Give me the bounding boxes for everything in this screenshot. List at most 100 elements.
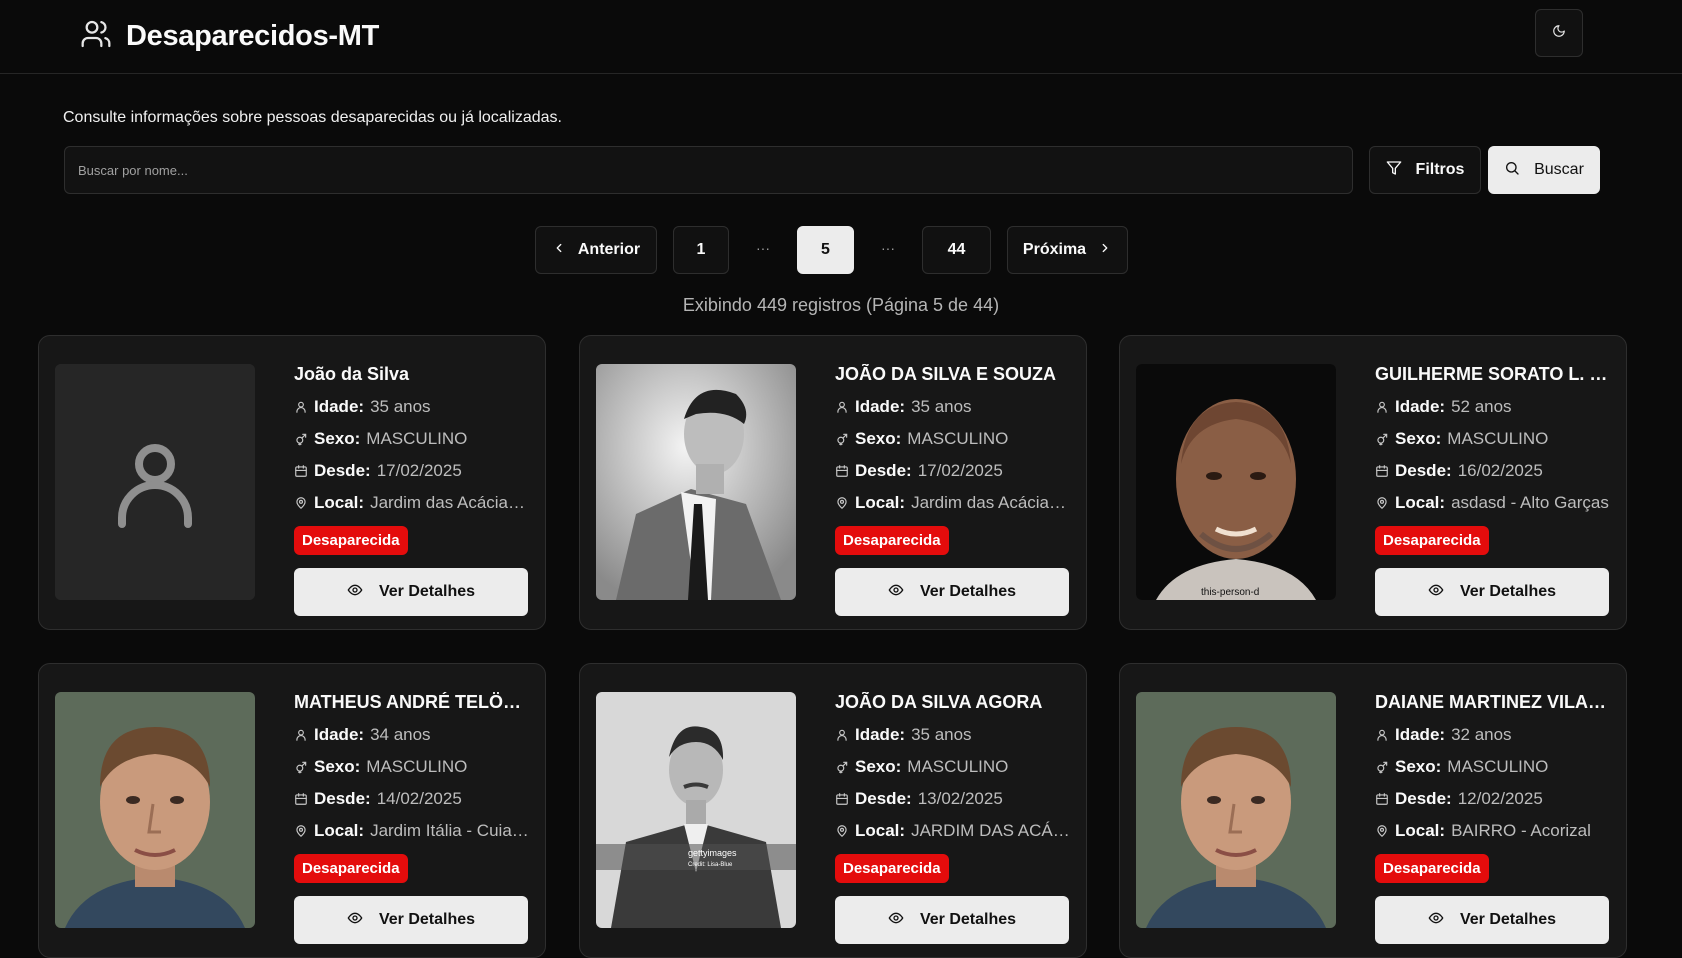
status-badge: Desaparecida: [1375, 854, 1489, 883]
person-age-value: 35 anos: [911, 397, 972, 416]
person-name: MATHEUS ANDRÉ TELÖKEN: [294, 692, 529, 712]
gender-icon: [1375, 760, 1389, 774]
user-icon: [1375, 400, 1389, 414]
person-local-label: Local:: [855, 493, 906, 512]
calendar-icon: [294, 464, 308, 478]
person-name: DAIANE MARTINEZ VILANOVA: [1375, 692, 1610, 712]
person-name: GUILHERME SORATO L. FERREIRA: [1375, 364, 1610, 384]
person-since-value: 16/02/2025: [1457, 461, 1543, 480]
person-local-row: Local: Jardim Itália - Cuiabá: [294, 820, 529, 842]
view-details-button[interactable]: Ver Detalhes: [294, 896, 528, 944]
person-since-value: 17/02/2025: [917, 461, 1003, 480]
person-sex-value: MASCULINO: [366, 429, 468, 448]
person-sex-row: Sexo: MASCULINO: [1375, 756, 1610, 778]
person-since-row: Desde: 16/02/2025: [1375, 460, 1610, 482]
person-age-row: Idade: 35 anos: [835, 724, 1070, 746]
page-button-current[interactable]: 5: [797, 226, 854, 274]
eye-icon: [1428, 582, 1444, 603]
person-photo: this-person-d: [1136, 364, 1336, 600]
person-card[interactable]: DAIANE MARTINEZ VILANOVA Idade: 32 anos Sex…: [1119, 663, 1627, 958]
view-details-label: Ver Detalhes: [378, 583, 476, 600]
photo-credit: Credit: Lisa-Blue: [688, 862, 733, 868]
view-details-button[interactable]: Ver Detalhes: [1375, 896, 1609, 944]
person-local-label: Local:: [855, 821, 906, 840]
view-details-button[interactable]: Ver Detalhes: [835, 568, 1069, 616]
person-photo: [55, 692, 255, 928]
person-card[interactable]: JOÃO DA SILVA E SOUZA Idade: 35 anos Sexo: M…: [579, 335, 1087, 630]
pagination-ellipsis: ···: [756, 240, 770, 256]
person-age-value: 35 anos: [911, 725, 972, 744]
status-badge: Desaparecida: [294, 854, 408, 883]
person-name: JOÃO DA SILVA E SOUZA: [835, 364, 1057, 384]
map-pin-icon: [294, 496, 308, 510]
prev-page-button[interactable]: Anterior: [535, 226, 657, 274]
person-card[interactable]: gettyimages Credit: Lisa-Blue JOÃO DA SILV…: [579, 663, 1087, 958]
gender-icon: [294, 432, 308, 446]
page-button-1[interactable]: 1: [673, 226, 729, 274]
person-sex-row: Sexo: MASCULINO: [294, 428, 529, 450]
person-age-value: 52 anos: [1451, 397, 1512, 416]
status-badge: Desaparecida: [294, 526, 408, 555]
theme-toggle-button[interactable]: [1535, 9, 1583, 57]
person-local-value: Jardim das Acácias - Cuiabá: [911, 493, 1070, 512]
person-age-value: 32 anos: [1451, 725, 1512, 744]
calendar-icon: [1375, 464, 1389, 478]
map-pin-icon: [294, 824, 308, 838]
person-age-value: 34 anos: [370, 725, 431, 744]
person-card[interactable]: João da Silva Idade: 35 anos Sexo: MASCULINO…: [38, 335, 546, 630]
brand[interactable]: Desaparecidos-MT: [80, 18, 379, 55]
calendar-icon: [1375, 792, 1389, 806]
view-details-button[interactable]: Ver Detalhes: [835, 896, 1069, 944]
person-photo-frame: this-person-d: [1136, 364, 1336, 600]
person-sex-label: Sexo:: [314, 757, 361, 776]
person-local-row: Local: JARDIM DAS ACÁCIAS - CUIABÁ: [835, 820, 1070, 842]
next-page-button[interactable]: Próxima: [1007, 226, 1128, 274]
person-card[interactable]: MATHEUS ANDRÉ TELÖKEN Idade: 34 anos Sexo: M…: [38, 663, 546, 958]
person-since-value: 14/02/2025: [376, 789, 462, 808]
users-icon: [80, 18, 112, 55]
person-age-value: 35 anos: [370, 397, 431, 416]
view-details-button[interactable]: Ver Detalhes: [1375, 568, 1609, 616]
user-icon: [1375, 728, 1389, 742]
map-pin-icon: [835, 824, 849, 838]
person-since-row: Desde: 17/02/2025: [835, 460, 1070, 482]
person-sex-value: MASCULINO: [907, 429, 1009, 448]
view-details-button[interactable]: Ver Detalhes: [294, 568, 528, 616]
person-name: JOÃO DA SILVA AGORA: [835, 692, 1043, 712]
pagination-ellipsis: ···: [881, 240, 895, 256]
eye-icon: [1428, 910, 1444, 931]
person-card[interactable]: this-person-d GUILHERME SORATO L. FERREIR…: [1119, 335, 1627, 630]
person-sex-value: MASCULINO: [1447, 757, 1549, 776]
view-details-label: Ver Detalhes: [919, 583, 1017, 600]
user-icon: [294, 400, 308, 414]
person-local-row: Local: Jardim das Acácias - Cuiabá: [835, 492, 1070, 514]
records-count: Exibindo 449 registros (Página 5 de 44): [682, 295, 1000, 315]
user-icon: [835, 728, 849, 742]
person-photo-frame: [1136, 692, 1336, 928]
person-info: DAIANE MARTINEZ VILANOVA Idade: 32 anos Sex…: [1375, 692, 1610, 944]
person-sex-label: Sexo:: [314, 429, 361, 448]
filters-button[interactable]: Filtros: [1369, 146, 1481, 194]
person-local-row: Local: Jardim das Acácias - Cuiabá: [294, 492, 529, 514]
person-since-value: 17/02/2025: [376, 461, 462, 480]
search-input[interactable]: [64, 146, 1353, 194]
status-badge: Desaparecida: [835, 854, 949, 883]
prev-page-label: Anterior: [577, 241, 641, 258]
app-header: Desaparecidos-MT: [0, 0, 1682, 74]
search-button[interactable]: Buscar: [1488, 146, 1600, 194]
page-button-last[interactable]: 44: [922, 226, 991, 274]
person-local-label: Local:: [1395, 821, 1446, 840]
person-local-value: BAIRRO - Acorizal: [1451, 821, 1591, 840]
person-info: João da Silva Idade: 35 anos Sexo: MASCULINO…: [294, 364, 529, 616]
person-name: João da Silva: [294, 364, 410, 384]
person-sex-label: Sexo:: [1395, 429, 1442, 448]
eye-icon: [347, 582, 363, 603]
chevron-left-icon: [552, 241, 566, 260]
person-info: MATHEUS ANDRÉ TELÖKEN Idade: 34 anos Sexo: M…: [294, 692, 529, 944]
user-icon: [835, 400, 849, 414]
person-sex-label: Sexo:: [855, 757, 902, 776]
next-page-label: Próxima: [1022, 241, 1087, 258]
calendar-icon: [294, 792, 308, 806]
filter-icon: [1386, 160, 1402, 181]
person-since-label: Desde:: [1395, 461, 1452, 480]
